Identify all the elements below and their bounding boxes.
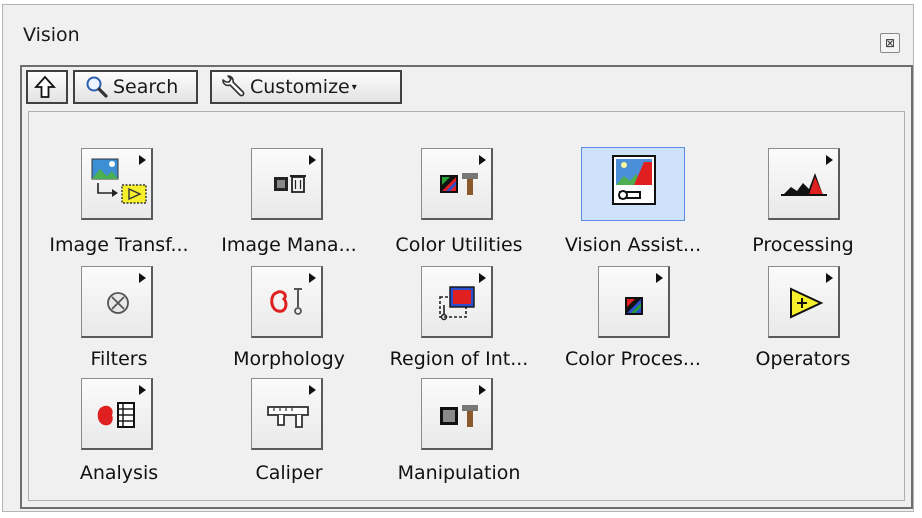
palette-item-label: Filters <box>90 348 148 370</box>
search-button-label: Search <box>113 76 179 98</box>
palette-item-label: Region of Int... <box>389 348 529 370</box>
navigate-up-button[interactable] <box>26 70 68 104</box>
customize-button[interactable]: Customize ▾ <box>210 70 402 104</box>
palette-item-image-management[interactable] <box>251 148 323 220</box>
palette-item-color-processing[interactable] <box>598 266 670 338</box>
palette-item-label: Operators <box>755 348 851 370</box>
palette-item-image-transfer[interactable] <box>81 148 153 220</box>
close-button[interactable]: ⊠ <box>880 33 900 53</box>
palette-item-caliper[interactable] <box>251 378 323 450</box>
search-icon <box>86 76 108 98</box>
palette-item-filters[interactable] <box>81 266 153 338</box>
submenu-arrow-icon <box>826 273 833 283</box>
submenu-arrow-icon <box>479 385 486 395</box>
palette-item-label: Image Transf... <box>49 234 189 256</box>
wrench-icon <box>222 75 245 97</box>
submenu-arrow-icon <box>479 155 486 165</box>
palette-item-label: Manipulation <box>397 462 521 484</box>
submenu-arrow-icon <box>139 155 146 165</box>
palette-item-morphology[interactable] <box>251 266 323 338</box>
palette-item-processing[interactable] <box>768 148 840 220</box>
submenu-arrow-icon <box>139 273 146 283</box>
palette-item-label: Vision Assist... <box>564 234 702 256</box>
palette-item-region-of-interest[interactable] <box>421 266 493 338</box>
submenu-arrow-icon <box>139 385 146 395</box>
palette-item-label: Morphology <box>233 348 345 370</box>
submenu-arrow-icon <box>656 273 663 283</box>
submenu-arrow-icon <box>309 155 316 165</box>
vision-palette-window: Vision ⊠ Search Customize ▾ Image Transf… <box>2 4 914 512</box>
palette-item-label: Processing <box>752 234 854 256</box>
palette-item-label: Caliper <box>255 462 323 484</box>
palette-item-label: Image Mana... <box>221 234 357 256</box>
palette-item-vision-assistant[interactable] <box>581 147 685 221</box>
vision-assistant-icon <box>612 155 656 205</box>
palette-item-label: Analysis <box>79 462 159 484</box>
palette-item-label: Color Proces... <box>565 348 701 370</box>
palette-item-label: Color Utilities <box>395 234 523 256</box>
search-button[interactable]: Search <box>73 70 198 104</box>
submenu-arrow-icon <box>826 155 833 165</box>
palette-item-operators[interactable] <box>768 266 840 338</box>
chevron-down-icon: ▾ <box>351 81 357 93</box>
window-title: Vision <box>23 24 80 46</box>
palette-item-analysis[interactable] <box>81 378 153 450</box>
customize-button-label: Customize <box>250 76 350 98</box>
palette-item-manipulation[interactable] <box>421 378 493 450</box>
submenu-arrow-icon <box>309 273 316 283</box>
submenu-arrow-icon <box>309 385 316 395</box>
submenu-arrow-icon <box>479 273 486 283</box>
palette-item-color-utilities[interactable] <box>421 148 493 220</box>
up-arrow-icon <box>34 75 56 98</box>
